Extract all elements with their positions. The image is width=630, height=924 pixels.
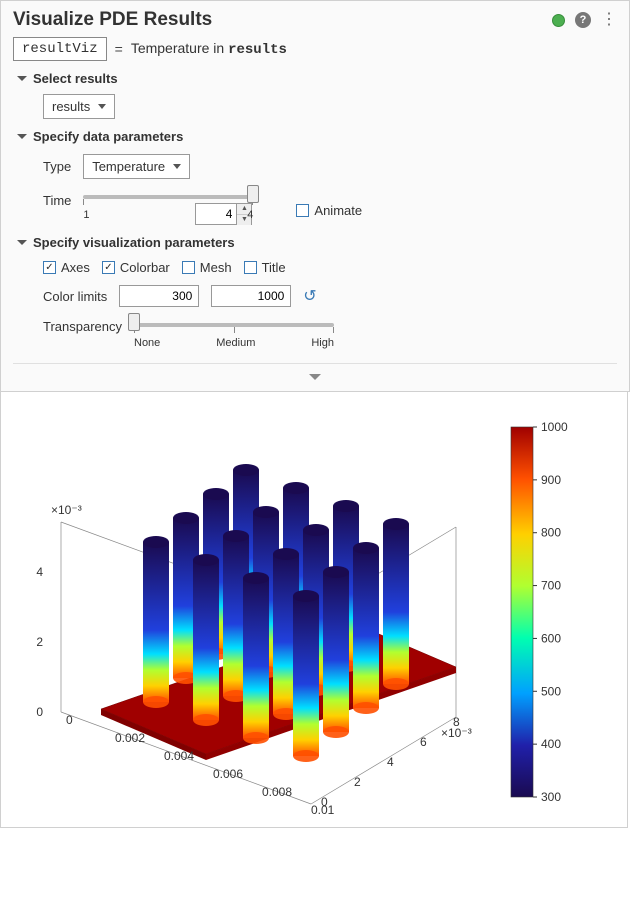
title-checkbox[interactable]	[244, 261, 257, 274]
color-limits-label: Color limits	[43, 289, 107, 304]
help-icon[interactable]: ?	[575, 12, 591, 28]
svg-text:1000: 1000	[541, 420, 568, 434]
chevron-down-icon	[309, 374, 321, 380]
chevron-down-icon	[17, 134, 27, 139]
title-cb-label: Title	[262, 260, 286, 275]
variable-description: Temperature in results	[131, 40, 287, 58]
plot-area[interactable]: 3004005006007008009001000	[0, 392, 628, 828]
transparency-none: None	[134, 337, 160, 349]
svg-text:0.002: 0.002	[115, 731, 145, 745]
svg-text:4: 4	[36, 565, 43, 579]
svg-text:800: 800	[541, 526, 561, 540]
reset-icon[interactable]: ↺	[303, 286, 316, 306]
viz-params-section: Specify visualization parameters ✓ Axes ✓…	[17, 235, 613, 353]
mesh-label: Mesh	[200, 260, 232, 275]
page-title: Visualize PDE Results	[13, 9, 212, 31]
axes-checkbox[interactable]: ✓	[43, 261, 56, 274]
chevron-down-icon	[173, 164, 181, 169]
slider-tick	[83, 199, 84, 205]
chevron-down-icon	[17, 76, 27, 81]
data-params-label: Specify data parameters	[33, 129, 183, 144]
svg-text:300: 300	[541, 790, 561, 804]
svg-text:×10⁻³: ×10⁻³	[51, 503, 82, 517]
svg-text:2: 2	[36, 635, 43, 649]
status-icons: ? ⋮	[552, 12, 617, 28]
expand-toggle[interactable]	[13, 363, 617, 387]
transparency-medium: Medium	[216, 337, 255, 349]
plot-svg: 3004005006007008009001000	[1, 392, 629, 828]
transparency-slider[interactable]: None Medium High	[134, 317, 334, 353]
select-results-section: Select results results	[17, 71, 613, 119]
colorbar-checkbox[interactable]: ✓	[102, 261, 115, 274]
transparency-label: Transparency	[43, 319, 122, 334]
viz-params-header[interactable]: Specify visualization parameters	[17, 235, 613, 250]
svg-text:2: 2	[354, 775, 361, 789]
variable-name[interactable]: resultViz	[13, 37, 107, 61]
svg-text:700: 700	[541, 579, 561, 593]
time-slider-max: 4	[247, 209, 253, 221]
chevron-down-icon	[17, 240, 27, 245]
data-params-header[interactable]: Specify data parameters	[17, 129, 613, 144]
variable-row: resultViz = Temperature in results	[13, 37, 617, 61]
select-results-header[interactable]: Select results	[17, 71, 613, 86]
slider-tick	[234, 327, 235, 333]
viz-params-label: Specify visualization parameters	[33, 235, 235, 250]
desc-prefix: Temperature in	[131, 40, 228, 56]
results-dropdown-value: results	[52, 99, 90, 114]
results-dropdown[interactable]: results	[43, 94, 115, 119]
type-dropdown[interactable]: Temperature	[83, 154, 190, 179]
svg-text:0.006: 0.006	[213, 767, 243, 781]
color-limit-high-input[interactable]	[211, 285, 291, 307]
kebab-menu-icon[interactable]: ⋮	[601, 12, 617, 28]
axes-label: Axes	[61, 260, 90, 275]
svg-text:600: 600	[541, 631, 561, 645]
color-limit-low-input[interactable]	[119, 285, 199, 307]
data-params-section: Specify data parameters Type Temperature…	[17, 129, 613, 225]
svg-text:500: 500	[541, 684, 561, 698]
type-dropdown-value: Temperature	[92, 159, 165, 174]
header: Visualize PDE Results ? ⋮	[13, 9, 617, 31]
colorbar	[511, 427, 533, 797]
colorbar-label: Colorbar	[120, 260, 170, 275]
type-label: Type	[43, 159, 71, 174]
svg-text:400: 400	[541, 737, 561, 751]
desc-code: results	[228, 42, 287, 58]
svg-text:0: 0	[36, 705, 43, 719]
config-panel: Visualize PDE Results ? ⋮ resultViz = Te…	[0, 0, 630, 392]
slider-handle[interactable]	[247, 185, 259, 203]
equals-sign: =	[115, 41, 123, 57]
slider-track	[83, 195, 253, 199]
chevron-down-icon	[98, 104, 106, 109]
svg-text:4: 4	[387, 755, 394, 769]
svg-text:0.004: 0.004	[164, 749, 194, 763]
status-indicator	[552, 14, 565, 27]
transparency-labels: None Medium High	[134, 337, 334, 349]
slider-tick	[333, 327, 334, 333]
time-label: Time	[43, 193, 71, 208]
svg-text:900: 900	[541, 473, 561, 487]
select-results-label: Select results	[33, 71, 118, 86]
svg-text:0.008: 0.008	[262, 785, 292, 799]
colorbar-ticks: 300 400 500 600 700 800 900 1000	[533, 420, 568, 804]
time-slider[interactable]: 1 4	[83, 189, 253, 225]
transparency-high: High	[311, 337, 334, 349]
mesh-checkbox[interactable]	[182, 261, 195, 274]
svg-text:×10⁻³: ×10⁻³	[441, 726, 472, 740]
animate-label: Animate	[314, 203, 362, 218]
time-slider-min: 1	[83, 209, 89, 221]
svg-text:6: 6	[420, 735, 427, 749]
svg-text:0: 0	[321, 795, 328, 809]
animate-checkbox[interactable]	[296, 204, 309, 217]
slider-handle[interactable]	[128, 313, 140, 331]
svg-text:0: 0	[66, 713, 73, 727]
